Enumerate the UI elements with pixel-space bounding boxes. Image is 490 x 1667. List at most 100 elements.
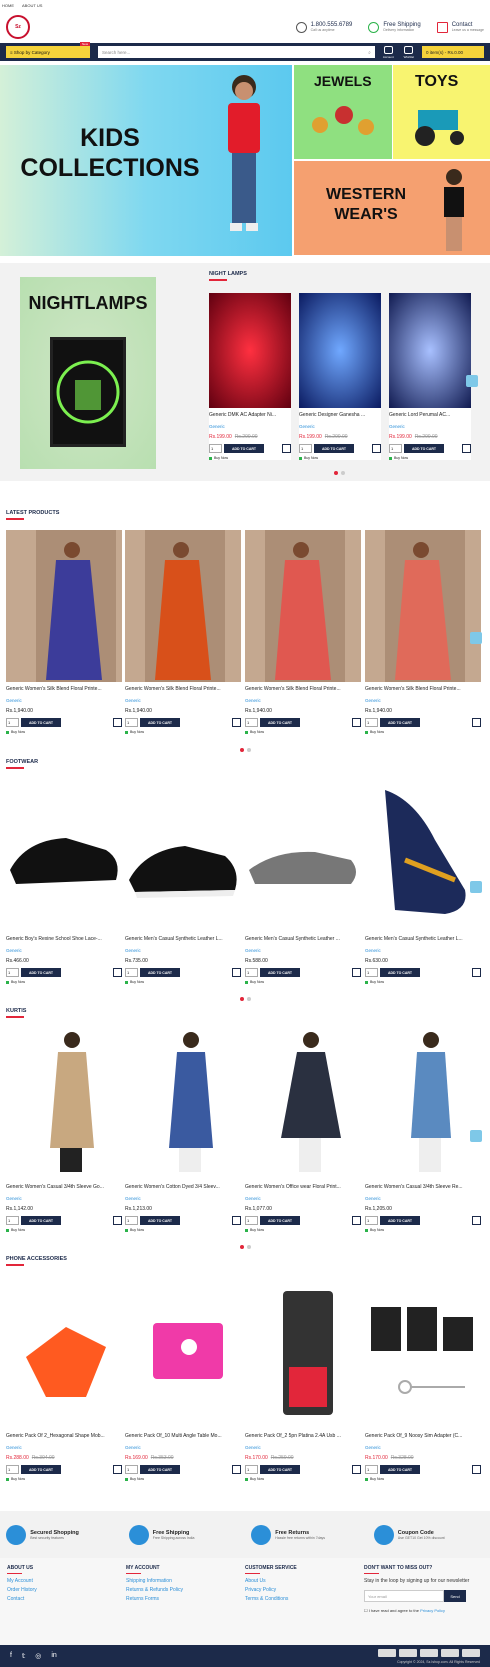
instagram-icon[interactable]: ◎: [35, 1652, 41, 1660]
footer-link-order-history[interactable]: Order History: [7, 1587, 126, 1593]
buy-now-link[interactable]: Buy Now: [365, 980, 481, 984]
footer-link-privacy-policy[interactable]: Privacy Policy: [245, 1587, 364, 1593]
product-image[interactable]: [365, 1028, 481, 1180]
product-card[interactable]: Generic Women's Silk Blend Floral Printe…: [365, 530, 481, 734]
quantity-input[interactable]: 1: [125, 968, 138, 977]
newsletter-agree-checkbox[interactable]: ☐ I have read and agree to the Privacy P…: [364, 1608, 483, 1613]
wishlist-heart-icon[interactable]: [352, 1465, 361, 1474]
quantity-input[interactable]: 1: [245, 1465, 258, 1474]
product-image[interactable]: [245, 1028, 361, 1180]
privacy-policy-link[interactable]: Privacy Policy: [420, 1608, 445, 1613]
footer-link-contact[interactable]: Contact: [7, 1596, 126, 1602]
wishlist-heart-icon[interactable]: [352, 1216, 361, 1225]
quantity-input[interactable]: 1: [245, 718, 258, 727]
product-card[interactable]: Generic Men's Casual Synthetic Leather L…: [365, 780, 481, 984]
shop-by-category-button[interactable]: ≡ Shop by Category New: [6, 42, 90, 58]
product-name[interactable]: Generic Pack Of_9 Noosy Sim Adapter (C..…: [365, 1433, 481, 1439]
product-category[interactable]: Generic: [209, 424, 291, 429]
product-image[interactable]: [365, 780, 481, 932]
buy-now-link[interactable]: Buy Now: [389, 456, 471, 460]
product-image[interactable]: [245, 1277, 361, 1429]
product-name[interactable]: Generic Women's Casual 3/4th Sleeve Re..…: [365, 1184, 481, 1190]
product-image[interactable]: [389, 293, 471, 408]
quantity-input[interactable]: 1: [125, 1216, 138, 1225]
wishlist-heart-icon[interactable]: [462, 444, 471, 453]
footer-link-returns-forms[interactable]: Returns Forms: [126, 1596, 245, 1602]
quantity-input[interactable]: 1: [389, 444, 402, 453]
wishlist-heart-icon[interactable]: [352, 968, 361, 977]
product-category[interactable]: Generic: [6, 1196, 122, 1201]
product-name[interactable]: Generic Women's Casual 3/4th Sleeve Go..…: [6, 1184, 122, 1190]
product-name[interactable]: Generic Pack Of_10 Multi Angle Table Mo.…: [125, 1433, 241, 1439]
product-card[interactable]: Generic Men's Casual Synthetic Leather .…: [245, 780, 361, 984]
product-category[interactable]: Generic: [365, 948, 481, 953]
add-to-cart-button[interactable]: ADD TO CART: [140, 1465, 180, 1474]
wishlist-heart-icon[interactable]: [472, 1465, 481, 1474]
product-category[interactable]: Generic: [6, 1445, 122, 1450]
buy-now-link[interactable]: Buy Now: [245, 980, 361, 984]
carousel-dots[interactable]: [240, 748, 251, 752]
buy-now-link[interactable]: Buy Now: [125, 980, 241, 984]
product-image[interactable]: [299, 293, 381, 408]
buy-now-link[interactable]: Buy Now: [125, 1228, 241, 1232]
product-image[interactable]: [209, 293, 291, 408]
linkedin-icon[interactable]: in: [51, 1652, 56, 1660]
newsletter-email-input[interactable]: Your email: [364, 1590, 444, 1602]
cart-button[interactable]: 0 item(s) - Rs.0.00: [422, 46, 484, 58]
buy-now-link[interactable]: Buy Now: [6, 730, 122, 734]
add-to-cart-button[interactable]: ADD TO CART: [260, 718, 300, 727]
product-image[interactable]: [365, 530, 481, 682]
quantity-input[interactable]: 1: [245, 968, 258, 977]
add-to-cart-button[interactable]: ADD TO CART: [21, 1216, 61, 1225]
add-to-cart-button[interactable]: ADD TO CART: [314, 444, 354, 453]
add-to-cart-button[interactable]: ADD TO CART: [140, 1216, 180, 1225]
add-to-cart-button[interactable]: ADD TO CART: [380, 1216, 420, 1225]
product-name[interactable]: Generic Women's Cotton Dyed 3/4 Sleev...: [125, 1184, 241, 1190]
product-card[interactable]: Generic Women's Casual 3/4th Sleeve Re..…: [365, 1028, 481, 1232]
product-card[interactable]: Generic Women's Casual 3/4th Sleeve Go..…: [6, 1028, 122, 1232]
product-card[interactable]: Generic Pack Of_2 5pn Platina 2.4A Usb .…: [245, 1277, 361, 1481]
product-name[interactable]: Generic Women's Silk Blend Floral Printe…: [125, 686, 241, 692]
add-to-cart-button[interactable]: ADD TO CART: [140, 968, 180, 977]
facebook-icon[interactable]: f: [10, 1652, 12, 1660]
quantity-input[interactable]: 1: [365, 1216, 378, 1225]
scroll-arrow-button[interactable]: [466, 375, 478, 387]
wishlist-heart-icon[interactable]: [232, 1216, 241, 1225]
wishlist-heart-icon[interactable]: [232, 1465, 241, 1474]
product-card[interactable]: Generic Women's Silk Blend Floral Printe…: [125, 530, 241, 734]
scroll-arrow-button[interactable]: [470, 632, 482, 644]
add-to-cart-button[interactable]: ADD TO CART: [380, 968, 420, 977]
add-to-cart-button[interactable]: ADD TO CART: [21, 718, 61, 727]
product-card[interactable]: Generic DMK AC Adapter Ni... Generic Rs.…: [209, 293, 291, 460]
product-name[interactable]: Generic Boy's Rexine School Shoe Lace-..…: [6, 936, 122, 942]
product-category[interactable]: Generic: [365, 1196, 481, 1201]
product-name[interactable]: Generic DMK AC Adapter Ni...: [209, 412, 291, 418]
product-name[interactable]: Generic Men's Casual Synthetic Leather L…: [125, 936, 241, 942]
wishlist-heart-icon[interactable]: [352, 718, 361, 727]
product-card[interactable]: Generic Lord Perumal AC... Generic Rs.19…: [389, 293, 471, 460]
logo[interactable]: Sz: [6, 15, 30, 39]
newsletter-send-button[interactable]: Send: [444, 1590, 466, 1602]
product-name[interactable]: Generic Lord Perumal AC...: [389, 412, 471, 418]
buy-now-link[interactable]: Buy Now: [6, 1228, 122, 1232]
product-image[interactable]: [6, 1028, 122, 1180]
product-category[interactable]: Generic: [365, 698, 481, 703]
home-link[interactable]: HOME: [2, 3, 14, 8]
product-card[interactable]: Generic Boy's Rexine School Shoe Lace-..…: [6, 780, 122, 984]
product-name[interactable]: Generic Pack Of 2_Hexagonal Shape Mob...: [6, 1433, 122, 1439]
product-card[interactable]: Generic Pack Of 2_Hexagonal Shape Mob...…: [6, 1277, 122, 1481]
product-category[interactable]: Generic: [389, 424, 471, 429]
product-card[interactable]: Generic Women's Cotton Dyed 3/4 Sleev...…: [125, 1028, 241, 1232]
product-name[interactable]: Generic Women's Silk Blend Floral Printe…: [365, 686, 481, 692]
product-category[interactable]: Generic: [245, 1445, 361, 1450]
nightlamps-banner[interactable]: NIGHTLAMPS: [20, 277, 156, 469]
product-category[interactable]: Generic: [365, 1445, 481, 1450]
wishlist-heart-icon[interactable]: [282, 444, 291, 453]
product-category[interactable]: Generic: [6, 948, 122, 953]
product-image[interactable]: [6, 1277, 122, 1429]
buy-now-link[interactable]: Buy Now: [125, 730, 241, 734]
buy-now-link[interactable]: Buy Now: [209, 456, 291, 460]
product-image[interactable]: [6, 530, 122, 682]
scroll-arrow-button[interactable]: [470, 881, 482, 893]
product-category[interactable]: Generic: [245, 1196, 361, 1201]
